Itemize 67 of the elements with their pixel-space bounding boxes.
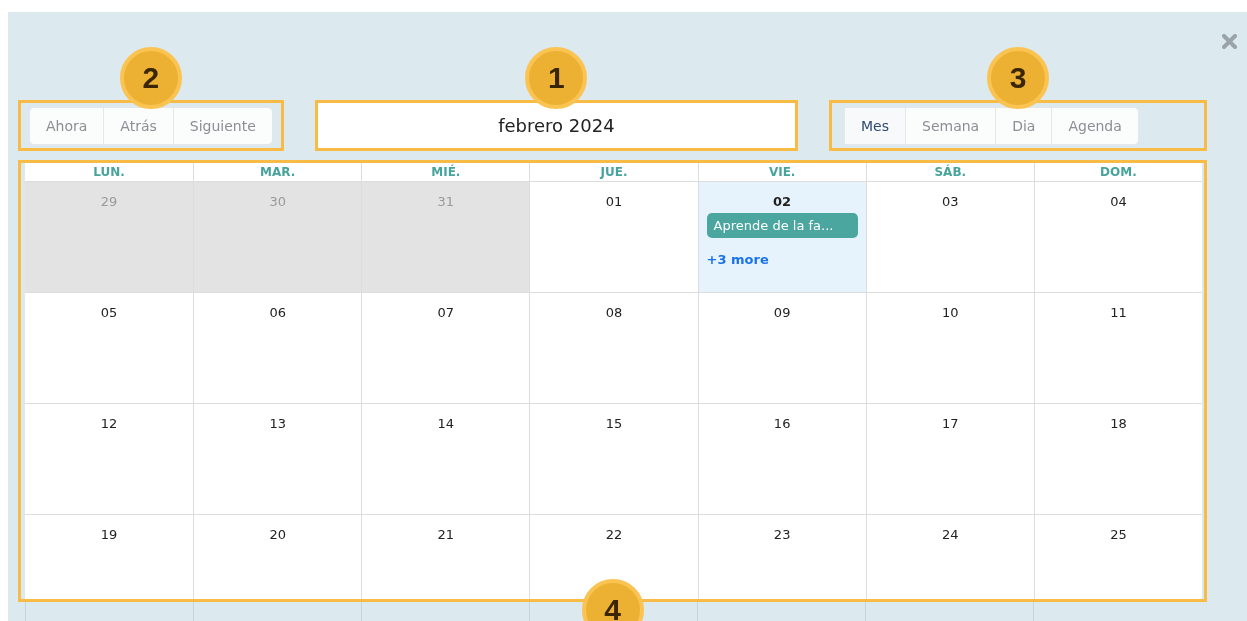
- day-number: 21: [437, 527, 455, 542]
- day-number: 02: [773, 194, 792, 209]
- day-cell[interactable]: 25: [1033, 514, 1202, 599]
- weekday-header: SÁB.: [865, 163, 1034, 181]
- day-number: 19: [100, 527, 118, 542]
- day-cell[interactable]: 01: [529, 181, 698, 292]
- day-number: 10: [942, 305, 959, 320]
- day-number: 18: [1110, 416, 1127, 431]
- day-number: 06: [269, 305, 286, 320]
- weekday-header: DOM.: [1033, 163, 1202, 181]
- day-cell[interactable]: 16: [697, 403, 866, 514]
- day-cell[interactable]: 13: [193, 403, 362, 514]
- day-number: 30: [269, 194, 286, 209]
- day-cell[interactable]: 21: [361, 514, 530, 599]
- annotation-badge: 1: [525, 47, 588, 109]
- day-number: 08: [605, 305, 623, 320]
- day-number: 22: [605, 527, 623, 542]
- day-number: 14: [437, 416, 455, 431]
- day-number: 29: [100, 194, 118, 209]
- more-link[interactable]: +3 more: [706, 252, 769, 267]
- day-number: 12: [100, 416, 118, 431]
- weekday-header: MIÉ.: [361, 163, 530, 181]
- day-cell[interactable]: 08: [529, 292, 698, 403]
- day-number: 03: [942, 194, 959, 209]
- view-tab[interactable]: Mes: [845, 107, 905, 144]
- annotation-badge: 2: [119, 47, 182, 109]
- day-number: 25: [1110, 527, 1127, 542]
- weekday-header: VIE.: [697, 163, 866, 181]
- day-number: 04: [1110, 194, 1127, 209]
- day-cell[interactable]: 07: [361, 292, 530, 403]
- weekday-header: LUN.: [25, 163, 194, 181]
- day-number: 11: [1110, 305, 1127, 320]
- day-number: 24: [942, 527, 959, 542]
- day-cell[interactable]: 23: [697, 514, 866, 599]
- day-number: 16: [773, 416, 791, 431]
- day-number: 17: [942, 416, 959, 431]
- day-number: 13: [269, 416, 286, 431]
- day-cell[interactable]: 11: [1033, 292, 1202, 403]
- day-cell[interactable]: 24: [865, 514, 1034, 599]
- day-number: 01: [605, 194, 623, 209]
- day-cell[interactable]: 12: [25, 403, 194, 514]
- day-cell[interactable]: 06: [193, 292, 362, 403]
- day-number: 15: [605, 416, 623, 431]
- day-cell[interactable]: 03: [865, 181, 1034, 292]
- day-number: 09: [773, 305, 791, 320]
- day-number: 05: [100, 305, 118, 320]
- weekday-header: MAR.: [193, 163, 362, 181]
- day-number: 20: [269, 527, 286, 542]
- day-cell[interactable]: 05: [25, 292, 194, 403]
- day-number: 07: [437, 305, 455, 320]
- day-cell[interactable]: 09: [697, 292, 866, 403]
- day-cell[interactable]: 10: [865, 292, 1034, 403]
- day-cell[interactable]: 04: [1033, 181, 1202, 292]
- month-title: febrero 2024: [317, 103, 795, 148]
- day-number: 31: [437, 194, 455, 209]
- day-cell[interactable]: 02 Aprende de la fa... +3 more: [697, 181, 866, 292]
- day-cell[interactable]: 15: [529, 403, 698, 514]
- day-number: 23: [773, 527, 791, 542]
- day-cell[interactable]: 19: [25, 514, 194, 599]
- close-icon[interactable]: [1222, 34, 1237, 49]
- annotation-badge: 3: [987, 47, 1049, 109]
- day-cell[interactable]: 14: [361, 403, 530, 514]
- weekday-header: JUE.: [529, 163, 698, 181]
- day-cell[interactable]: 20: [193, 514, 362, 599]
- day-cell[interactable]: 18: [1033, 403, 1202, 514]
- day-cell[interactable]: 17: [865, 403, 1034, 514]
- day-cell[interactable]: 22: [529, 514, 698, 599]
